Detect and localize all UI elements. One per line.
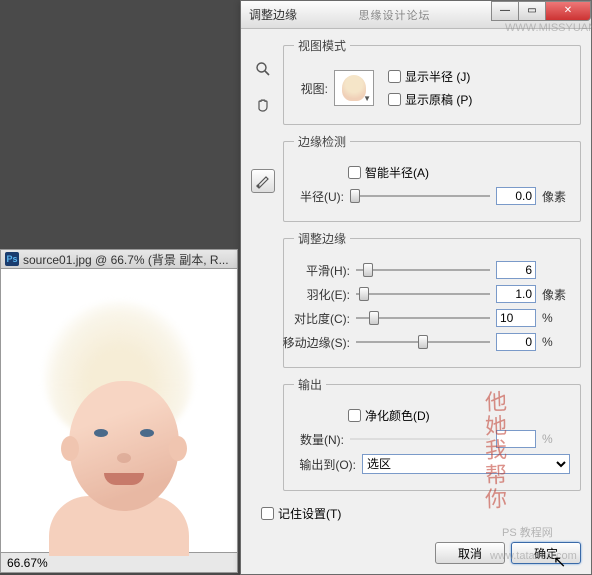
show-original-checkbox[interactable]: [388, 93, 401, 106]
ok-button[interactable]: 确定: [511, 542, 581, 564]
adjust-edge-legend: 调整边缘: [294, 230, 350, 247]
view-label: 视图:: [294, 80, 328, 97]
feather-unit: 像素: [542, 286, 570, 303]
radius-slider[interactable]: [350, 187, 490, 205]
decontaminate-label: 净化颜色(D): [365, 407, 430, 424]
view-mode-legend: 视图模式: [294, 37, 350, 54]
smooth-slider[interactable]: [356, 261, 490, 279]
feather-slider[interactable]: [356, 285, 490, 303]
refine-edge-dialog: 调整边缘 思缘设计论坛 — ▭ ✕ 视图模式 视图:: [240, 0, 592, 575]
feather-input[interactable]: [496, 285, 536, 303]
smooth-input[interactable]: [496, 261, 536, 279]
amount-unit: %: [542, 432, 570, 446]
tool-column: [251, 37, 283, 528]
amount-input: [496, 430, 536, 448]
view-mode-group: 视图模式 视图: ▼ 显示半径 (J) 显示原稿 (P): [283, 37, 581, 125]
hand-tool-icon[interactable]: [251, 93, 275, 117]
document-statusbar: 66.67%: [0, 553, 238, 573]
dialog-title: 调整边缘: [249, 6, 297, 23]
show-original-label: 显示原稿 (P): [405, 91, 472, 108]
shift-edge-label: 移动边缘(S):: [280, 334, 350, 351]
output-to-label: 输出到(O):: [294, 456, 356, 473]
adjust-edge-group: 调整边缘 平滑(H): 羽化(E): 像素 对比度(C):: [283, 230, 581, 368]
decontaminate-checkbox[interactable]: [348, 409, 361, 422]
radius-unit: 像素: [542, 188, 570, 205]
document-titlebar[interactable]: Ps source01.jpg @ 66.7% (背景 副本, R...: [0, 249, 238, 269]
smart-radius-label: 智能半径(A): [365, 164, 429, 181]
contrast-input[interactable]: [496, 309, 536, 327]
radius-input[interactable]: [496, 187, 536, 205]
shift-edge-slider[interactable]: [356, 333, 490, 351]
dialog-buttons: 取消 确定: [241, 538, 591, 574]
contrast-unit: %: [542, 311, 570, 325]
amount-label: 数量(N):: [294, 431, 344, 448]
show-radius-label: 显示半径 (J): [405, 68, 470, 85]
remember-settings-label: 记住设置(T): [278, 505, 341, 522]
zoom-value[interactable]: 66.67%: [7, 556, 48, 570]
contrast-label: 对比度(C):: [294, 310, 350, 327]
output-legend: 输出: [294, 376, 326, 393]
output-to-select[interactable]: 选区: [362, 454, 570, 474]
document-window: Ps source01.jpg @ 66.7% (背景 副本, R... 66.…: [0, 249, 238, 573]
dialog-titlebar[interactable]: 调整边缘 思缘设计论坛 — ▭ ✕: [241, 1, 591, 29]
close-button[interactable]: ✕: [545, 1, 591, 21]
smooth-label: 平滑(H):: [294, 262, 350, 279]
contrast-slider[interactable]: [356, 309, 490, 327]
minimize-button[interactable]: —: [491, 1, 519, 21]
refine-brush-tool-icon[interactable]: [251, 169, 275, 193]
output-group: 输出 净化颜色(D) 数量(N): % 输出到(O): 选区: [283, 376, 581, 491]
ps-icon: Ps: [5, 252, 19, 266]
remember-settings-checkbox[interactable]: [261, 507, 274, 520]
show-radius-checkbox[interactable]: [388, 70, 401, 83]
edge-detection-legend: 边缘检测: [294, 133, 350, 150]
radius-label: 半径(U):: [294, 188, 344, 205]
zoom-tool-icon[interactable]: [251, 57, 275, 81]
dialog-header-text: 思缘设计论坛: [297, 7, 492, 23]
edge-detection-group: 边缘检测 智能半径(A) 半径(U): 像素: [283, 133, 581, 222]
amount-slider: [350, 430, 490, 448]
document-title: source01.jpg @ 66.7% (背景 副本, R...: [23, 251, 229, 268]
view-thumbnail-button[interactable]: ▼: [334, 70, 374, 106]
dropdown-arrow-icon: ▼: [363, 94, 371, 103]
smart-radius-checkbox[interactable]: [348, 166, 361, 179]
canvas-image: [34, 321, 204, 541]
shift-edge-unit: %: [542, 335, 570, 349]
document-canvas[interactable]: [0, 269, 238, 553]
shift-edge-input[interactable]: [496, 333, 536, 351]
cancel-button[interactable]: 取消: [435, 542, 505, 564]
feather-label: 羽化(E):: [294, 286, 350, 303]
maximize-button[interactable]: ▭: [518, 1, 546, 21]
